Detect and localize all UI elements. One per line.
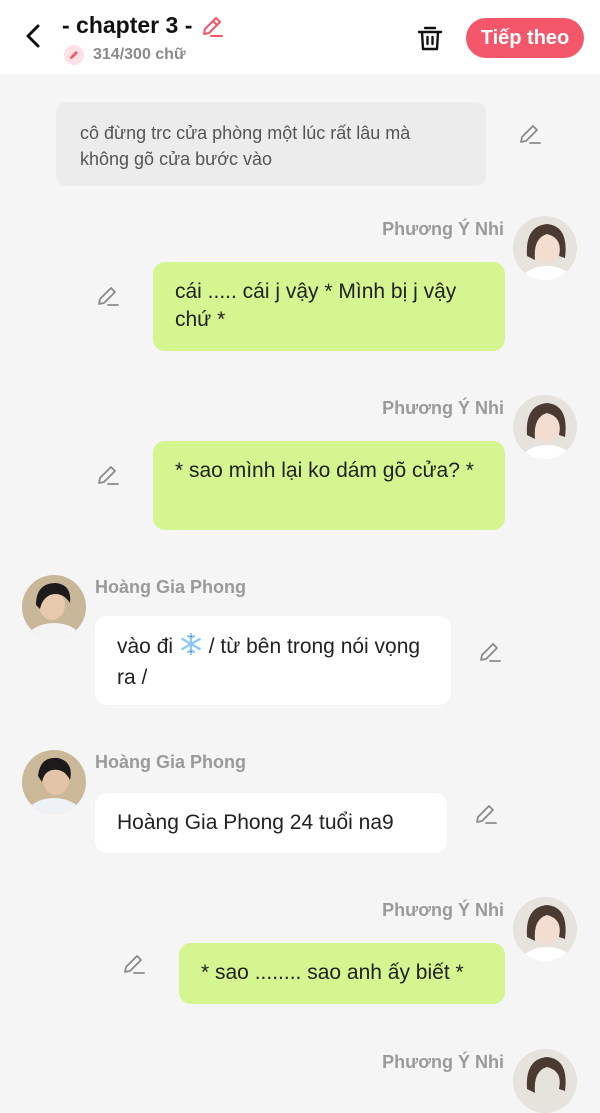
edit-icon[interactable]: [96, 463, 120, 487]
edit-icon[interactable]: [474, 802, 498, 826]
chapter-title-area[interactable]: - chapter 3 -: [62, 12, 225, 39]
sender-name: Phương Ý Nhi: [382, 900, 504, 920]
edit-icon[interactable]: [122, 952, 146, 976]
edit-title-icon[interactable]: [199, 13, 225, 39]
message-bubble-left[interactable]: vào đi / từ bên trong nói vọng ra /: [95, 616, 451, 705]
message-bubble-right[interactable]: cái ..... cái j vậy * Mình bị j vậy chứ …: [153, 262, 505, 351]
snowflake-icon: [179, 632, 203, 664]
sender-name: Phương Ý Nhi: [382, 398, 504, 418]
avatar[interactable]: [22, 750, 86, 814]
trash-icon[interactable]: [414, 22, 446, 54]
sender-name: Phương Ý Nhi: [382, 1052, 504, 1072]
avatar[interactable]: [22, 575, 86, 639]
message-bubble-right[interactable]: * sao mình lại ko dám gõ cửa? *: [153, 441, 505, 530]
word-count-row: 314/300 chữ: [64, 44, 186, 66]
word-count: 314/300 chữ: [93, 46, 186, 63]
chapter-title: - chapter 3 -: [62, 12, 193, 38]
pencil-icon: [64, 45, 84, 65]
avatar[interactable]: [513, 897, 577, 961]
avatar[interactable]: [513, 216, 577, 280]
sender-name: Phương Ý Nhi: [382, 219, 504, 239]
top-bar: - chapter 3 - 314/300 chữ Tiếp theo: [0, 0, 600, 74]
avatar[interactable]: [513, 395, 577, 459]
sender-name: Hoàng Gia Phong: [95, 752, 246, 772]
message-bubble-right[interactable]: * sao ........ sao anh ấy biết *: [179, 943, 505, 1004]
back-arrow-icon[interactable]: [18, 20, 50, 52]
edit-icon[interactable]: [518, 122, 542, 146]
next-button[interactable]: Tiếp theo: [466, 18, 584, 58]
message-text: vào đi: [117, 635, 174, 658]
edit-icon[interactable]: [478, 640, 502, 664]
message-bubble-left[interactable]: Hoàng Gia Phong 24 tuổi na9: [95, 793, 447, 853]
narration-bubble[interactable]: cô đừng trc cửa phòng một lúc rất lâu mà…: [56, 102, 486, 186]
sender-name: Hoàng Gia Phong: [95, 577, 246, 597]
edit-icon[interactable]: [96, 284, 120, 308]
